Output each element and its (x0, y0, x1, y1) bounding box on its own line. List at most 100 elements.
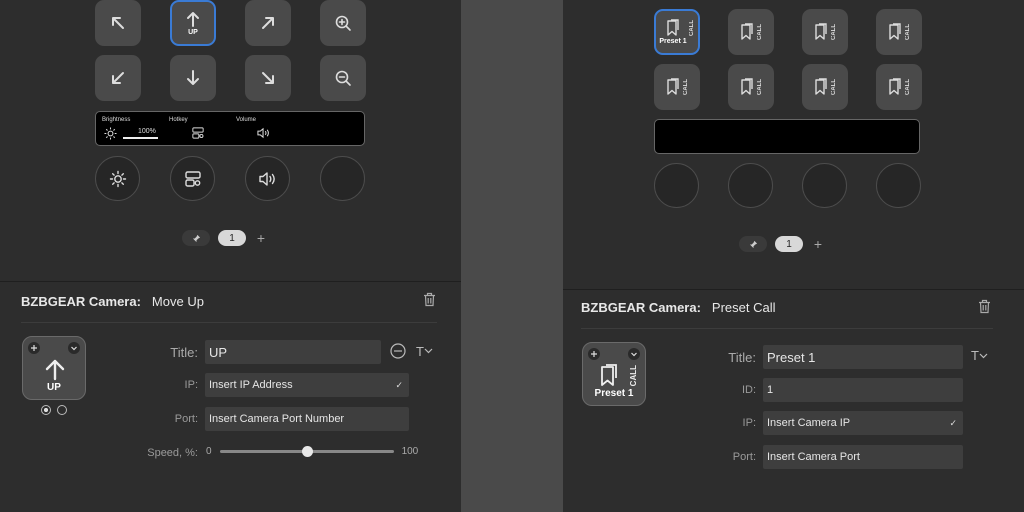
port-label: Port: (732, 451, 756, 463)
preview-add-icon[interactable] (28, 342, 40, 354)
pin-button[interactable] (739, 236, 767, 252)
volume-icon (258, 171, 275, 186)
dial-brightness[interactable] (95, 156, 140, 201)
speed-slider-thumb[interactable] (301, 446, 313, 457)
text-style-icon[interactable]: T (971, 348, 979, 363)
key-move-up-right[interactable] (245, 0, 291, 46)
title-label: Title: (728, 350, 756, 365)
key-preset-call[interactable]: CALL (876, 64, 922, 110)
dial-empty[interactable] (802, 163, 847, 208)
right-panel: Preset 1 CALL CALL CALL CALL CALL CALL C… (563, 0, 1024, 512)
arrow-up-left-icon (112, 17, 124, 29)
port-input[interactable]: Insert Camera Port Number (205, 407, 409, 431)
dial-empty[interactable] (876, 163, 921, 208)
key-call-label: CALL (757, 79, 763, 95)
touch-display-strip[interactable]: Brightness 100% Hotkey Volume (95, 111, 365, 146)
key-preset-call[interactable]: CALL (654, 64, 700, 110)
preset-bookmark-icon (815, 23, 827, 40)
key-move-down-right[interactable] (245, 55, 291, 101)
ip-select-value: Insert Camera IP (767, 417, 851, 429)
key-move-up-left[interactable] (95, 0, 141, 46)
dial-empty[interactable] (728, 163, 773, 208)
pin-icon (192, 234, 200, 242)
trash-icon[interactable] (978, 299, 991, 314)
preset-bookmark-icon (741, 78, 753, 95)
key-call-label: CALL (831, 24, 837, 40)
key-preset-call[interactable]: CALL (876, 9, 922, 55)
ip-check-icon: ✓ (395, 379, 403, 390)
key-preview[interactable]: UP (22, 336, 86, 400)
key-call-label: CALL (905, 79, 911, 95)
state-selector (41, 405, 67, 415)
dial-volume[interactable] (245, 156, 290, 201)
dial-empty[interactable] (654, 163, 699, 208)
plugin-name: BZBGEAR Camera: (21, 294, 141, 309)
add-page-icon[interactable]: + (254, 230, 268, 246)
title-options: T (971, 348, 988, 363)
key-preset-call[interactable]: CALL (728, 64, 774, 110)
arrow-down-icon (187, 70, 199, 85)
key-move-down-left[interactable] (95, 55, 141, 101)
key-zoom-in[interactable] (320, 0, 366, 46)
key-preset-call[interactable]: CALL (728, 9, 774, 55)
speed-slider[interactable] (219, 446, 394, 457)
pin-button[interactable] (182, 230, 210, 246)
title-input[interactable]: UP (205, 340, 381, 364)
header-separator (581, 328, 993, 329)
plugin-name: BZBGEAR Camera: (581, 300, 701, 315)
preview-add-icon[interactable] (588, 348, 600, 360)
inspector-header: BZBGEAR Camera: Preset Call (581, 300, 776, 315)
key-preset-call[interactable]: Preset 1 CALL (654, 9, 700, 55)
dial-hotkey[interactable] (170, 156, 215, 201)
touch-display-strip[interactable] (654, 119, 920, 154)
brightness-value: 100% (138, 128, 156, 135)
state-1-radio[interactable] (41, 405, 51, 415)
key-preset-label: Preset 1 (659, 38, 687, 45)
key-move-down[interactable] (170, 55, 216, 101)
ip-select[interactable]: Insert Camera IP ✓ (763, 411, 963, 435)
port-input[interactable]: Insert Camera Port (763, 445, 963, 469)
pin-icon (749, 240, 757, 248)
key-zoom-out[interactable] (320, 55, 366, 101)
action-name: Move Up (151, 294, 204, 309)
text-style-icon[interactable]: T (416, 344, 424, 359)
key-up-label: UP (188, 29, 198, 36)
state-2-radio[interactable] (57, 405, 67, 415)
preview-chevron-down-icon[interactable] (628, 348, 640, 360)
title-align-icon[interactable] (388, 343, 408, 359)
preview-arrow-up-icon (45, 359, 65, 381)
arrow-up-right-icon (262, 17, 274, 29)
ip-select[interactable]: Insert IP Address ✓ (205, 373, 409, 397)
key-preset-call[interactable]: CALL (802, 64, 848, 110)
trash-icon[interactable] (423, 292, 436, 307)
key-preset-call[interactable]: CALL (802, 9, 848, 55)
preview-label: UP (47, 382, 61, 393)
arrow-down-left-icon (112, 72, 124, 84)
section-divider (563, 289, 1024, 290)
text-style-chevron-down-icon[interactable] (424, 347, 433, 355)
ip-label: IP: (184, 379, 198, 391)
id-input[interactable]: 1 (763, 378, 963, 402)
title-input[interactable]: Preset 1 (763, 345, 963, 369)
text-style-chevron-down-icon[interactable] (979, 352, 988, 360)
ip-label: IP: (742, 417, 756, 429)
page-1-button[interactable]: 1 (218, 230, 246, 246)
key-call-label: CALL (905, 24, 911, 40)
ip-select-value: Insert IP Address (209, 379, 293, 391)
left-panel: UP Brightness 100% Hotkey Volume 1 + BZB… (0, 0, 461, 512)
speed-max: 100 (401, 446, 419, 457)
add-page-icon[interactable]: + (811, 236, 825, 252)
key-preview[interactable]: CALL Preset 1 (582, 342, 646, 406)
header-separator (21, 322, 437, 323)
arrow-down-right-icon (262, 72, 274, 84)
speed-slider-row: 0 100 (206, 446, 418, 457)
brightness-icon (109, 170, 126, 187)
preview-chevron-down-icon[interactable] (68, 342, 80, 354)
arrow-up-icon (187, 12, 199, 27)
speed-label: Speed, %: (147, 447, 198, 459)
page-1-button[interactable]: 1 (775, 236, 803, 252)
title-label: Title: (170, 345, 198, 360)
dial-empty[interactable] (320, 156, 365, 201)
key-move-up[interactable]: UP (170, 0, 216, 46)
zoom-in-icon (335, 15, 351, 31)
